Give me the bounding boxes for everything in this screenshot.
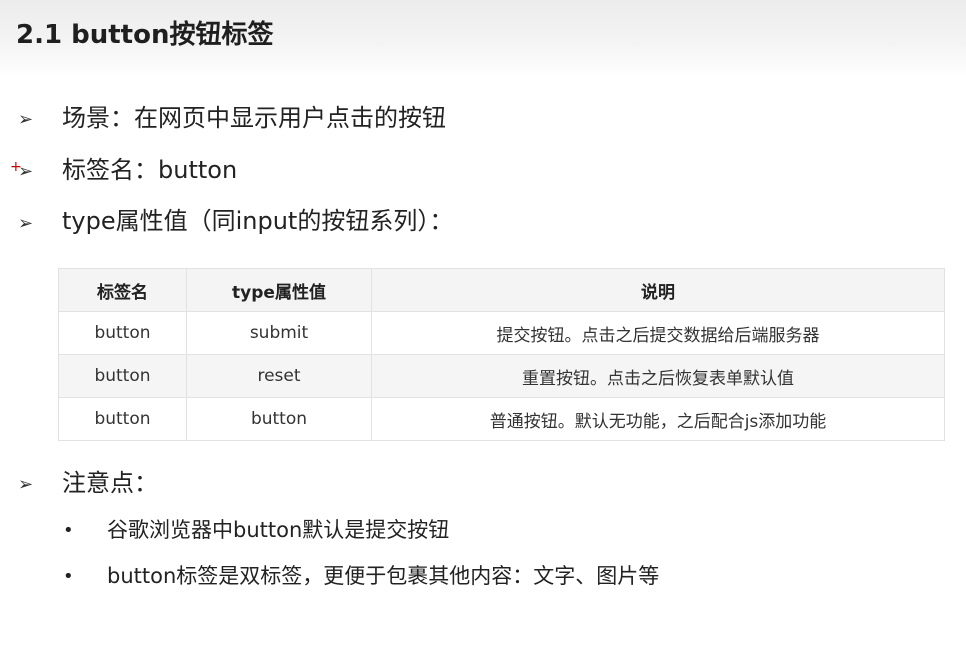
table-cell: submit [186,311,372,355]
bullet-dot-icon: • [63,566,74,587]
table-cell: 重置按钮。点击之后恢复表单默认值 [371,354,945,398]
bullet-arrow-icon: ➢ [18,474,34,495]
table-cell: button [58,354,187,398]
table-cell: button [58,311,187,355]
slide-header: 2.1 button按钮标签 [0,0,966,78]
bullet-dot-icon: • [63,520,74,541]
slide-title: 2.1 button按钮标签 [16,20,274,50]
bullet-arrow-icon: ➢ [18,213,34,234]
table-header-row: 标签名 type属性值 说明 [58,268,945,312]
table-header-cell: type属性值 [186,268,372,312]
table-header-cell: 说明 [371,268,945,312]
table-header-cell: 标签名 [58,268,187,312]
table-cell: 提交按钮。点击之后提交数据给后端服务器 [371,311,945,355]
note-item: button标签是双标签，更便于包裹其他内容：文字、图片等 [107,564,660,588]
type-values-table: 标签名 type属性值 说明 button submit 提交按钮。点击之后提交… [58,268,945,441]
table-row: button reset 重置按钮。点击之后恢复表单默认值 [58,354,945,398]
bullet-type-values: type属性值（同input的按钮系列）： [62,207,454,235]
table-row: button submit 提交按钮。点击之后提交数据给后端服务器 [58,311,945,355]
notes-heading: 注意点： [62,469,158,497]
bullet-arrow-icon: ➢ [18,109,34,130]
table-cell: 普通按钮。默认无功能，之后配合js添加功能 [371,397,945,441]
bullet-scene: 场景：在网页中显示用户点击的按钮 [62,104,446,132]
bullet-arrow-icon: ➢ [18,161,34,182]
bullet-tag-name: 标签名：button [62,156,238,184]
table-cell: button [58,397,187,441]
table-row: button button 普通按钮。默认无功能，之后配合js添加功能 [58,397,945,441]
note-item: 谷歌浏览器中button默认是提交按钮 [107,518,450,542]
table-cell: button [186,397,372,441]
table-cell: reset [186,354,372,398]
